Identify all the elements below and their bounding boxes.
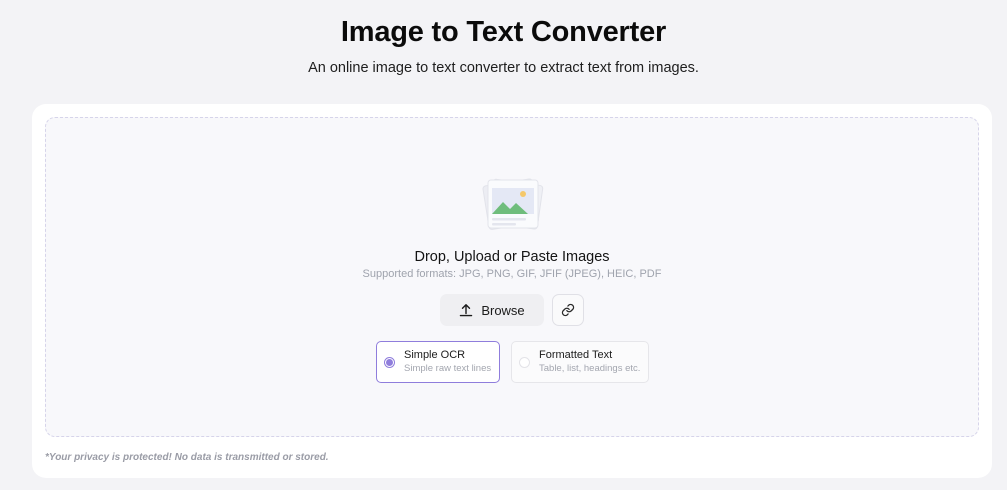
page-subtitle: An online image to text converter to ext… (308, 60, 699, 76)
paste-url-button[interactable] (552, 294, 584, 326)
supported-formats: Supported formats: JPG, PNG, GIF, JFIF (… (362, 268, 662, 280)
privacy-note: *Your privacy is protected! No data is t… (45, 452, 329, 463)
option-title: Formatted Text (539, 349, 613, 361)
drop-title: Drop, Upload or Paste Images (414, 249, 610, 265)
option-simple-ocr[interactable]: Simple OCR Simple raw text lines (376, 341, 500, 383)
radio-unselected-icon[interactable] (519, 356, 530, 368)
link-icon (561, 303, 575, 317)
image-stack-icon (482, 178, 544, 230)
browse-button[interactable]: Browse (440, 294, 544, 326)
browse-label: Browse (481, 302, 525, 318)
page-title: Image to Text Converter (340, 16, 667, 48)
radio-selected-icon[interactable] (384, 356, 395, 368)
drop-zone[interactable]: Drop, Upload or Paste Images Supported f… (45, 117, 979, 437)
option-description: Simple raw text lines (404, 363, 492, 374)
option-description: Table, list, headings etc. (539, 363, 641, 374)
upload-icon (460, 304, 473, 317)
converter-card: Drop, Upload or Paste Images Supported f… (32, 104, 992, 478)
option-formatted-text[interactable]: Formatted Text Table, list, headings etc… (511, 341, 649, 383)
option-title: Simple OCR (404, 349, 466, 361)
